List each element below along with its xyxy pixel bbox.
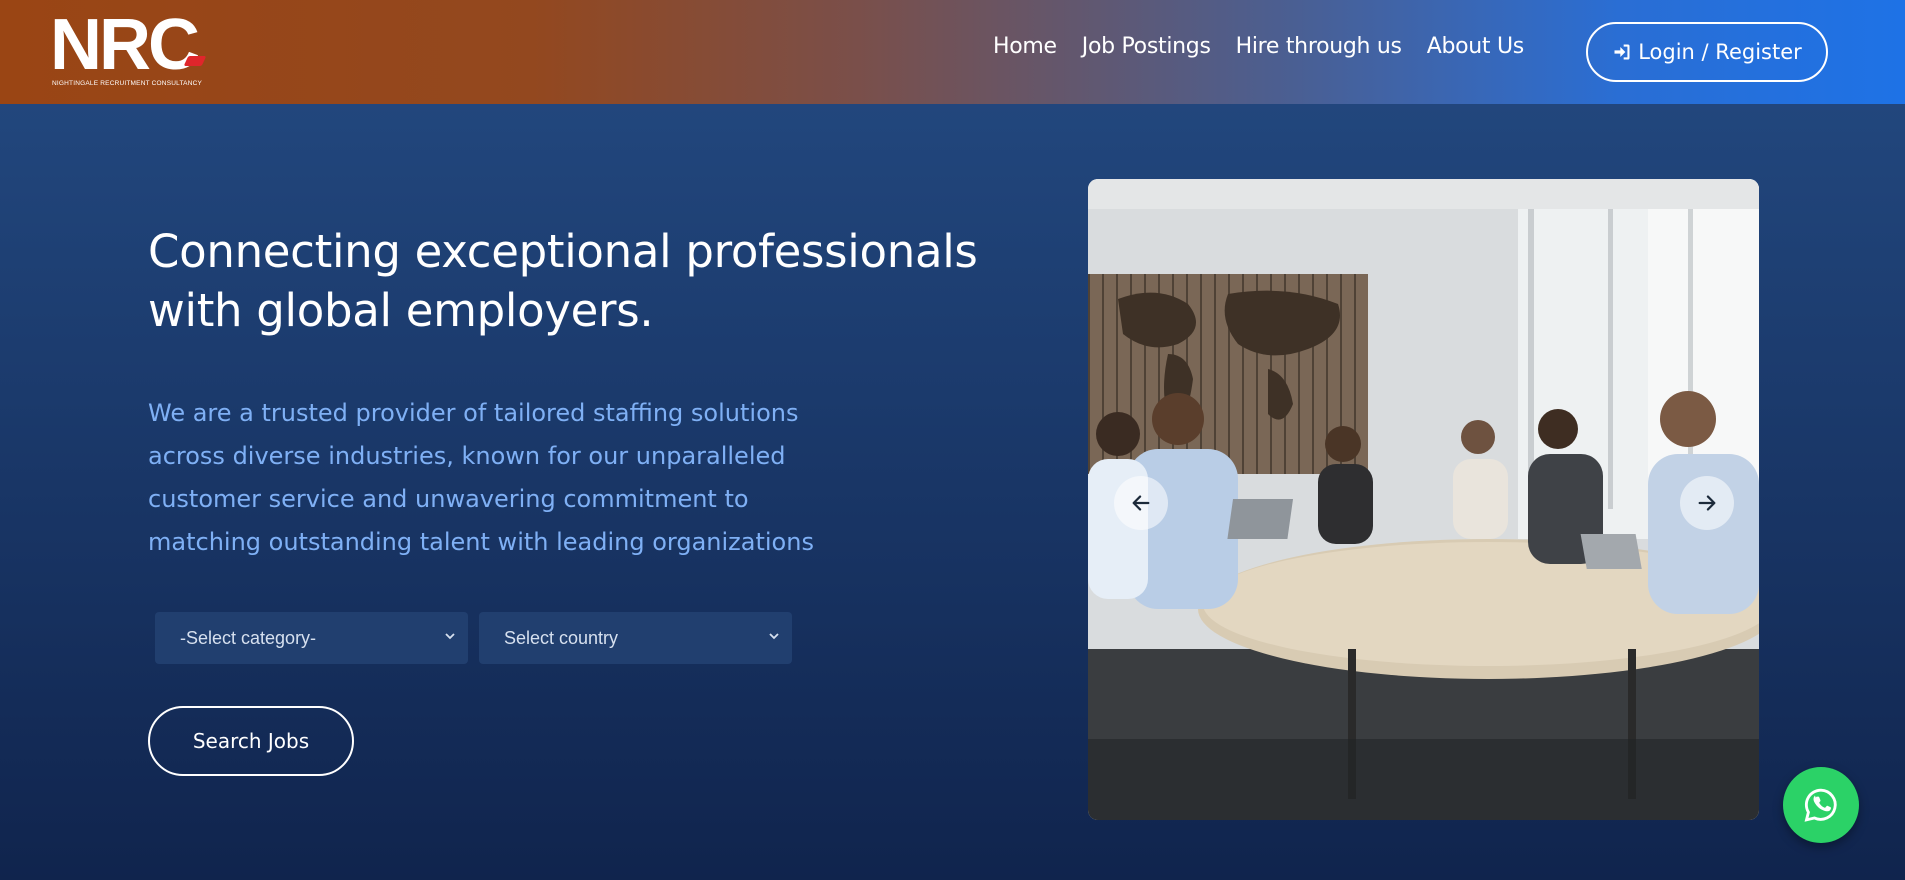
hero-title-line-2: with global employers. [148,284,654,337]
category-select[interactable]: -Select category- [155,612,468,664]
nrc-logo[interactable]: NRC NIGHTINGALE RECRUITMENT CONSULTANCY [50,5,210,92]
main-nav: Home Job Postings Hire through us About … [993,34,1524,59]
hero-image-carousel [1088,179,1759,820]
chevron-down-icon [445,633,455,640]
logo-accent [183,56,207,66]
hero-description: We are a trusted provider of tailored st… [148,399,814,556]
chevron-down-icon [769,633,779,640]
office-meeting-photo [1088,179,1759,820]
nav-home[interactable]: Home [993,34,1057,59]
login-register-label: Login / Register [1638,40,1802,64]
hero-title-line-1: Connecting exceptional professionals [148,225,978,278]
whatsapp-icon [1804,788,1837,822]
site-header: NRC NIGHTINGALE RECRUITMENT CONSULTANCY … [0,0,1905,104]
logo-subtitle: NIGHTINGALE RECRUITMENT CONSULTANCY [52,80,203,87]
login-register-button[interactable]: Login / Register [1586,22,1828,82]
carousel-prev-button[interactable] [1114,476,1168,530]
nav-job-postings[interactable]: Job Postings [1082,34,1211,59]
hero-title: Connecting exceptional professionals wit… [148,222,1028,340]
sign-in-icon [1614,44,1630,60]
whatsapp-chat-button[interactable] [1783,767,1859,843]
nav-hire-through-us[interactable]: Hire through us [1236,34,1402,59]
country-select-value: Select country [504,627,619,648]
category-select-value: -Select category- [180,627,317,648]
logo-mark: NRC [50,5,200,85]
arrow-left-icon [1132,495,1150,511]
arrow-right-icon [1698,495,1716,511]
nav-about-us[interactable]: About Us [1427,34,1525,59]
country-select[interactable]: Select country [479,612,792,664]
search-jobs-button[interactable]: Search Jobs [148,706,354,776]
carousel-next-button[interactable] [1680,476,1734,530]
